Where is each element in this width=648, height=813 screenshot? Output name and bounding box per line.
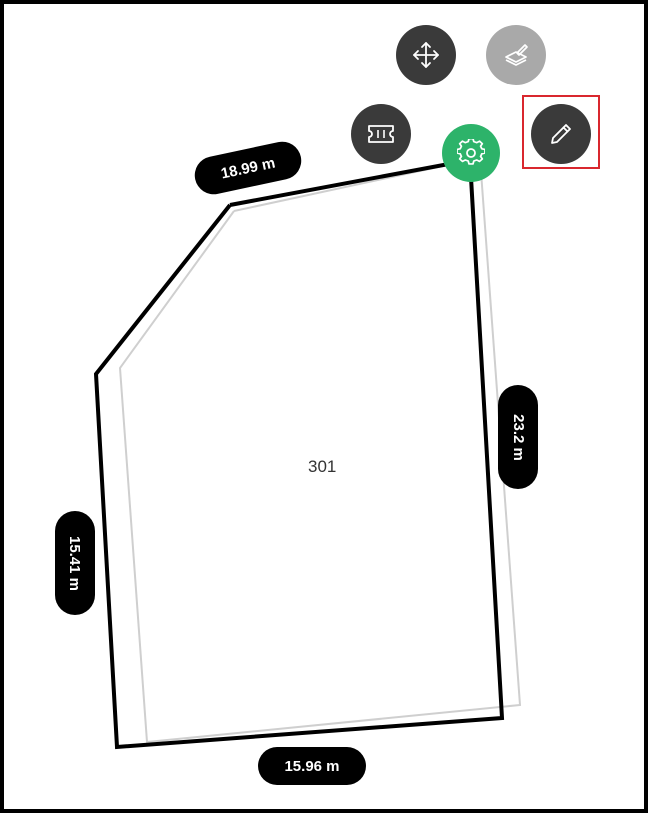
ticket-button[interactable] xyxy=(351,104,411,164)
settings-button[interactable] xyxy=(442,124,500,182)
gear-icon xyxy=(457,139,485,165)
layers-stack-icon xyxy=(505,44,528,66)
bottom-edge-length-label: 15.96 m xyxy=(258,747,366,785)
move-icon xyxy=(413,42,439,68)
plot-reference-outline xyxy=(118,156,522,744)
plot-301-boundary[interactable] xyxy=(93,157,505,750)
ticket-icon xyxy=(368,125,394,143)
layers-button[interactable] xyxy=(486,25,546,85)
left-edge-length-text: 15.41 m xyxy=(66,535,84,591)
edit-button-highlight xyxy=(522,95,600,169)
right-edge-length-label: 23.2 m xyxy=(498,385,538,489)
left-edge-length-label: 15.41 m xyxy=(55,511,95,615)
plot-id-label: 301 xyxy=(308,457,337,476)
right-edge-length-text: 23.2 m xyxy=(509,413,527,461)
move-button[interactable] xyxy=(396,25,456,85)
